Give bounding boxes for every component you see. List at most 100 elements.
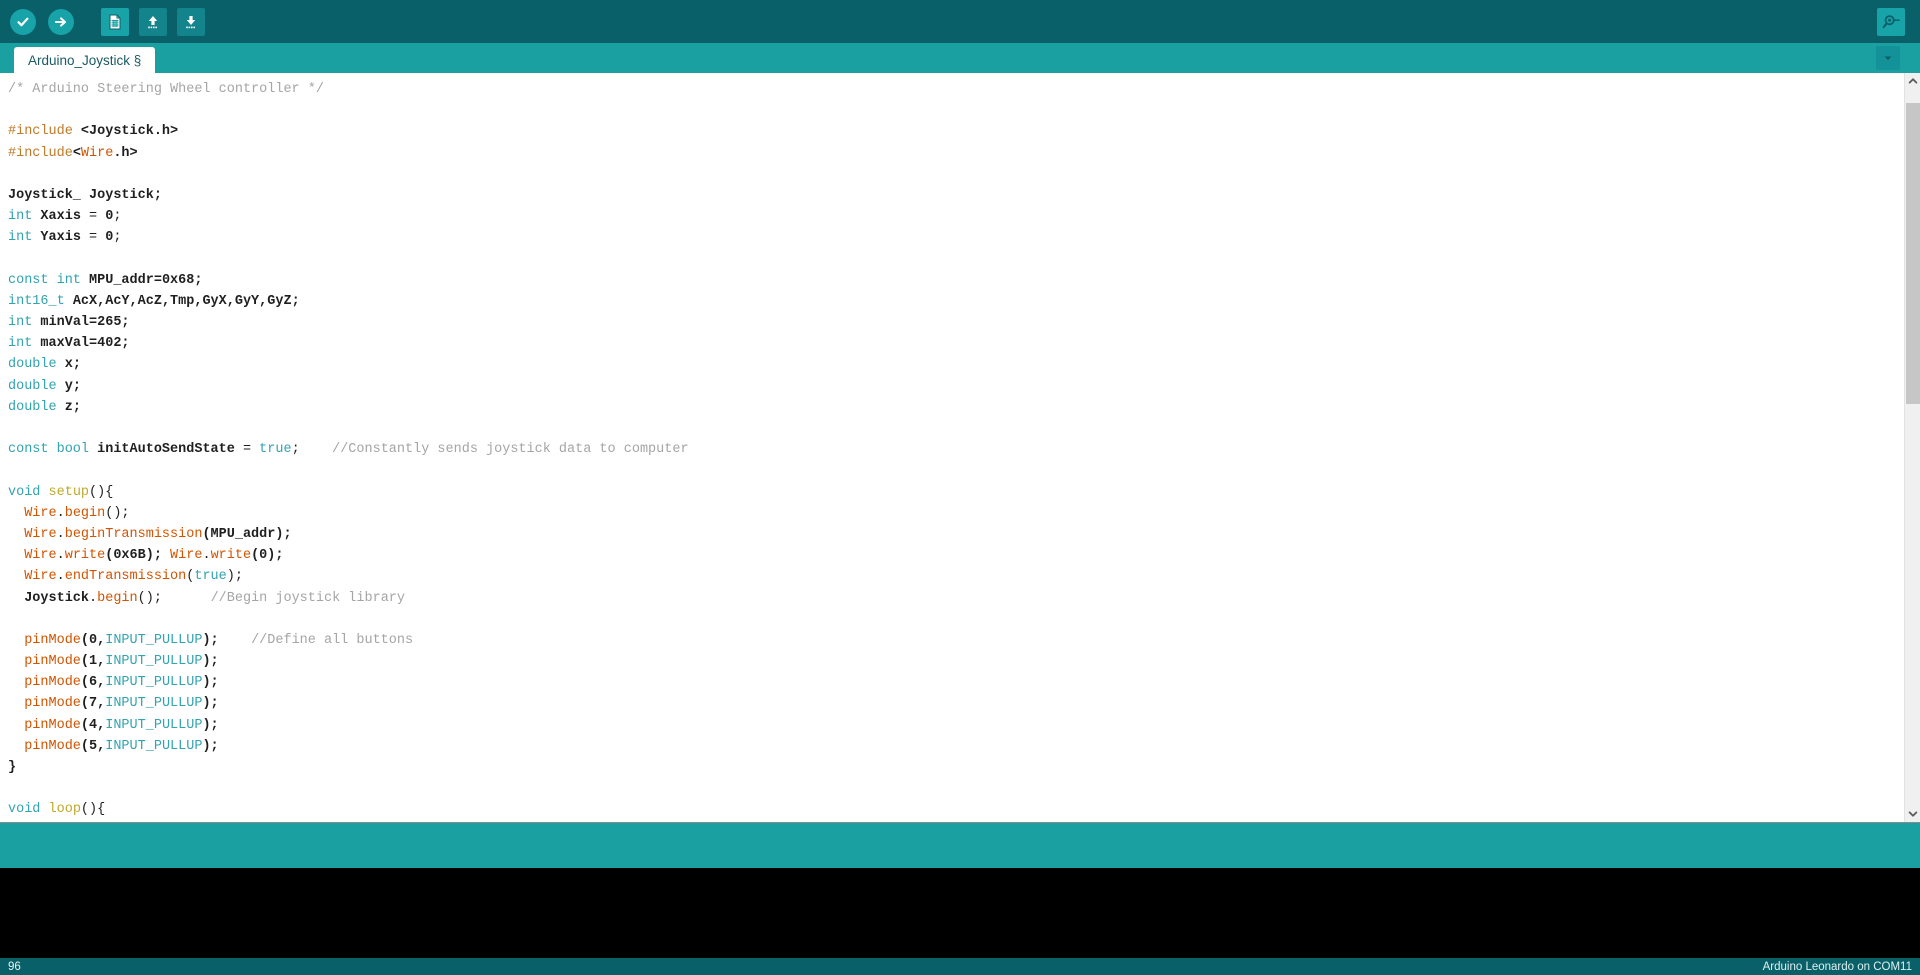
code-token: Wire [170, 548, 203, 564]
arrow-up-icon [139, 7, 167, 36]
code-token: (7, [80, 696, 106, 712]
code-token: . [56, 548, 65, 564]
code-line: } [8, 757, 1904, 778]
code-token: setup [48, 484, 90, 500]
code-token: (){ [80, 802, 106, 818]
code-token: = [234, 442, 260, 458]
editor-vertical-scrollbar[interactable] [1904, 73, 1920, 822]
code-token: (0); [251, 548, 284, 564]
code-token: begin [97, 590, 138, 606]
code-token: INPUT_PULLUP [105, 675, 203, 691]
code-token: AcX,AcY,AcZ,Tmp,GyX,GyY,GyZ; [72, 293, 300, 309]
code-token: ; [113, 230, 122, 246]
code-line: Wire.write(0x6B); Wire.write(0); [8, 545, 1904, 566]
code-token: . [56, 505, 65, 521]
code-token: int [8, 230, 33, 246]
code-line: #include<Wire.h> [8, 143, 1904, 164]
arduino-ide-window: Arduino_Joystick § /* Arduino Steering W… [0, 0, 1920, 975]
save-button[interactable] [174, 5, 208, 39]
code-line: Wire.beginTransmission(MPU_addr); [8, 524, 1904, 545]
code-token: INPUT_PULLUP [105, 738, 203, 754]
code-token: ); [202, 632, 219, 648]
console-output[interactable] [0, 868, 1920, 958]
code-line: int16_t AcX,AcY,AcZ,Tmp,GyX,GyY,GyZ; [8, 291, 1904, 312]
code-token: Joystick_ Joystick; [8, 187, 162, 203]
code-token: y; [64, 378, 81, 394]
new-file-icon [101, 7, 129, 36]
code-token: true [194, 569, 227, 585]
tab-arduino-joystick[interactable]: Arduino_Joystick § [14, 47, 156, 73]
magnifier-icon [1877, 7, 1905, 36]
code-line: void loop(){ [8, 799, 1904, 820]
code-token: . [89, 590, 98, 606]
code-token: loop [48, 802, 81, 818]
code-token: Wire [24, 526, 57, 542]
code-token: MPU_addr=0x68; [89, 272, 203, 288]
code-token: ); [226, 569, 243, 585]
code-line: pinMode(1,INPUT_PULLUP); [8, 651, 1904, 672]
toolbar [0, 0, 1920, 43]
tab-menu-button[interactable] [1876, 46, 1900, 70]
code-token: . [56, 569, 65, 585]
scrollbar-thumb[interactable] [1906, 103, 1920, 405]
verify-button[interactable] [6, 5, 40, 39]
scroll-up-button[interactable] [1905, 73, 1920, 89]
code-line: double x; [8, 354, 1904, 375]
code-token: = [80, 230, 106, 246]
code-token: (1, [80, 654, 106, 670]
code-token: INPUT_PULLUP [105, 632, 203, 648]
code-token: const int [8, 272, 81, 288]
code-token: ); [202, 675, 219, 691]
code-token: double [8, 357, 57, 373]
code-token: . [202, 548, 211, 564]
code-token: begin [64, 505, 106, 521]
new-button[interactable] [98, 5, 132, 39]
code-token: Wire [24, 505, 57, 521]
code-token: (0x6B); [105, 548, 171, 564]
open-button[interactable] [136, 5, 170, 39]
code-token: double [8, 378, 57, 394]
code-line: int Xaxis = 0; [8, 206, 1904, 227]
arrow-down-icon [177, 7, 205, 36]
code-token: ; [291, 442, 300, 458]
code-token: ); [202, 738, 219, 754]
code-line: Wire.endTransmission(true); [8, 566, 1904, 587]
code-token: Wire [80, 145, 114, 161]
code-line: int maxVal=402; [8, 333, 1904, 354]
code-editor[interactable]: /* Arduino Steering Wheel controller */ … [0, 73, 1904, 822]
code-token: INPUT_PULLUP [105, 654, 203, 670]
tab-bar: Arduino_Joystick § [0, 43, 1920, 73]
upload-button[interactable] [44, 5, 78, 39]
code-token: pinMode [24, 654, 81, 670]
code-token: void [8, 802, 41, 818]
code-line: pinMode(7,INPUT_PULLUP); [8, 693, 1904, 714]
code-line: pinMode(5,INPUT_PULLUP); [8, 736, 1904, 757]
serial-monitor-button[interactable] [1874, 5, 1908, 39]
code-token: x; [64, 357, 81, 373]
scroll-down-button[interactable] [1905, 806, 1920, 822]
code-line: double z; [8, 397, 1904, 418]
code-token: (); [137, 590, 162, 606]
code-token: = [80, 209, 106, 225]
code-token: void [8, 484, 41, 500]
code-token: ; [113, 209, 122, 225]
